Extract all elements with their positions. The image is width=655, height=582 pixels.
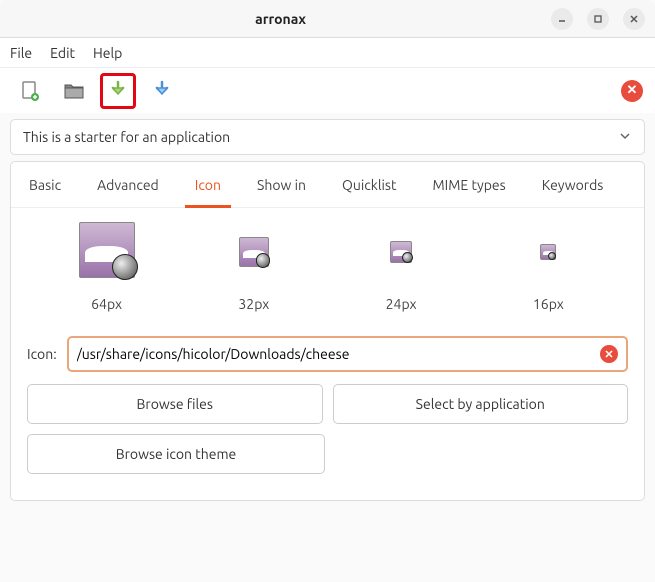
select-by-application-button[interactable]: Select by application [333, 384, 629, 424]
icon-preview-64: 64px [33, 222, 180, 312]
clear-icon: ✕ [604, 348, 613, 361]
button-row-2: Browse icon theme [11, 434, 644, 484]
chevron-down-icon [618, 129, 632, 146]
icon-path-row: Icon: ✕ [11, 318, 644, 384]
icon-preview-16: 16px [475, 222, 622, 312]
tab-mime[interactable]: MIME types [414, 162, 523, 207]
window-title: arronax [10, 11, 551, 27]
button-label: Browse files [137, 396, 213, 412]
maximize-button[interactable] [587, 8, 609, 30]
icon-size-label: 64px [91, 296, 122, 312]
cheese-icon [540, 244, 556, 260]
icon-field-label: Icon: [27, 346, 57, 362]
icon-size-label: 32px [238, 296, 269, 312]
button-label: Browse icon theme [116, 446, 237, 462]
window-controls [551, 8, 645, 30]
open-folder-button[interactable] [56, 73, 92, 109]
tab-quicklist[interactable]: Quicklist [324, 162, 415, 207]
folder-icon [62, 79, 86, 103]
minimize-button[interactable] [551, 8, 573, 30]
description-text: This is a starter for an application [23, 129, 618, 145]
tab-showin[interactable]: Show in [239, 162, 324, 207]
content-panel: Basic Advanced Icon Show in Quicklist MI… [10, 161, 645, 501]
cheese-icon [239, 237, 269, 267]
icon-preview-24: 24px [328, 222, 475, 312]
toolbar: ✕ [0, 68, 655, 113]
discard-button[interactable]: ✕ [621, 80, 643, 102]
icon-size-label: 16px [533, 296, 564, 312]
button-row-1: Browse files Select by application [11, 384, 644, 434]
icon-preview-row: 64px 32px 24px 16px [11, 208, 644, 318]
icon-input-container: ✕ [67, 336, 628, 372]
tab-keywords[interactable]: Keywords [524, 162, 622, 207]
description-dropdown[interactable]: This is a starter for an application [10, 119, 645, 155]
cheese-icon [79, 222, 135, 278]
tab-advanced[interactable]: Advanced [79, 162, 177, 207]
icon-path-input[interactable] [77, 342, 600, 366]
save-as-button[interactable] [144, 73, 180, 109]
cheese-icon [390, 241, 412, 263]
menubar: File Edit Help [0, 38, 655, 68]
browse-icon-theme-button[interactable]: Browse icon theme [27, 434, 325, 474]
button-label: Select by application [416, 396, 545, 412]
download-green-icon [106, 79, 130, 103]
save-button[interactable] [100, 73, 136, 109]
menu-help[interactable]: Help [93, 45, 122, 61]
close-window-button[interactable] [623, 8, 645, 30]
tab-icon[interactable]: Icon [177, 162, 239, 207]
download-blue-icon [150, 79, 174, 103]
menu-file[interactable]: File [10, 45, 32, 61]
new-document-icon [18, 79, 42, 103]
menu-edit[interactable]: Edit [50, 45, 75, 61]
icon-preview-32: 32px [180, 222, 327, 312]
close-icon: ✕ [627, 83, 638, 98]
tab-bar: Basic Advanced Icon Show in Quicklist MI… [11, 162, 644, 208]
titlebar: arronax [0, 0, 655, 38]
new-document-button[interactable] [12, 73, 48, 109]
browse-files-button[interactable]: Browse files [27, 384, 323, 424]
clear-input-button[interactable]: ✕ [600, 345, 618, 363]
icon-size-label: 24px [386, 296, 417, 312]
tab-basic[interactable]: Basic [11, 162, 79, 207]
